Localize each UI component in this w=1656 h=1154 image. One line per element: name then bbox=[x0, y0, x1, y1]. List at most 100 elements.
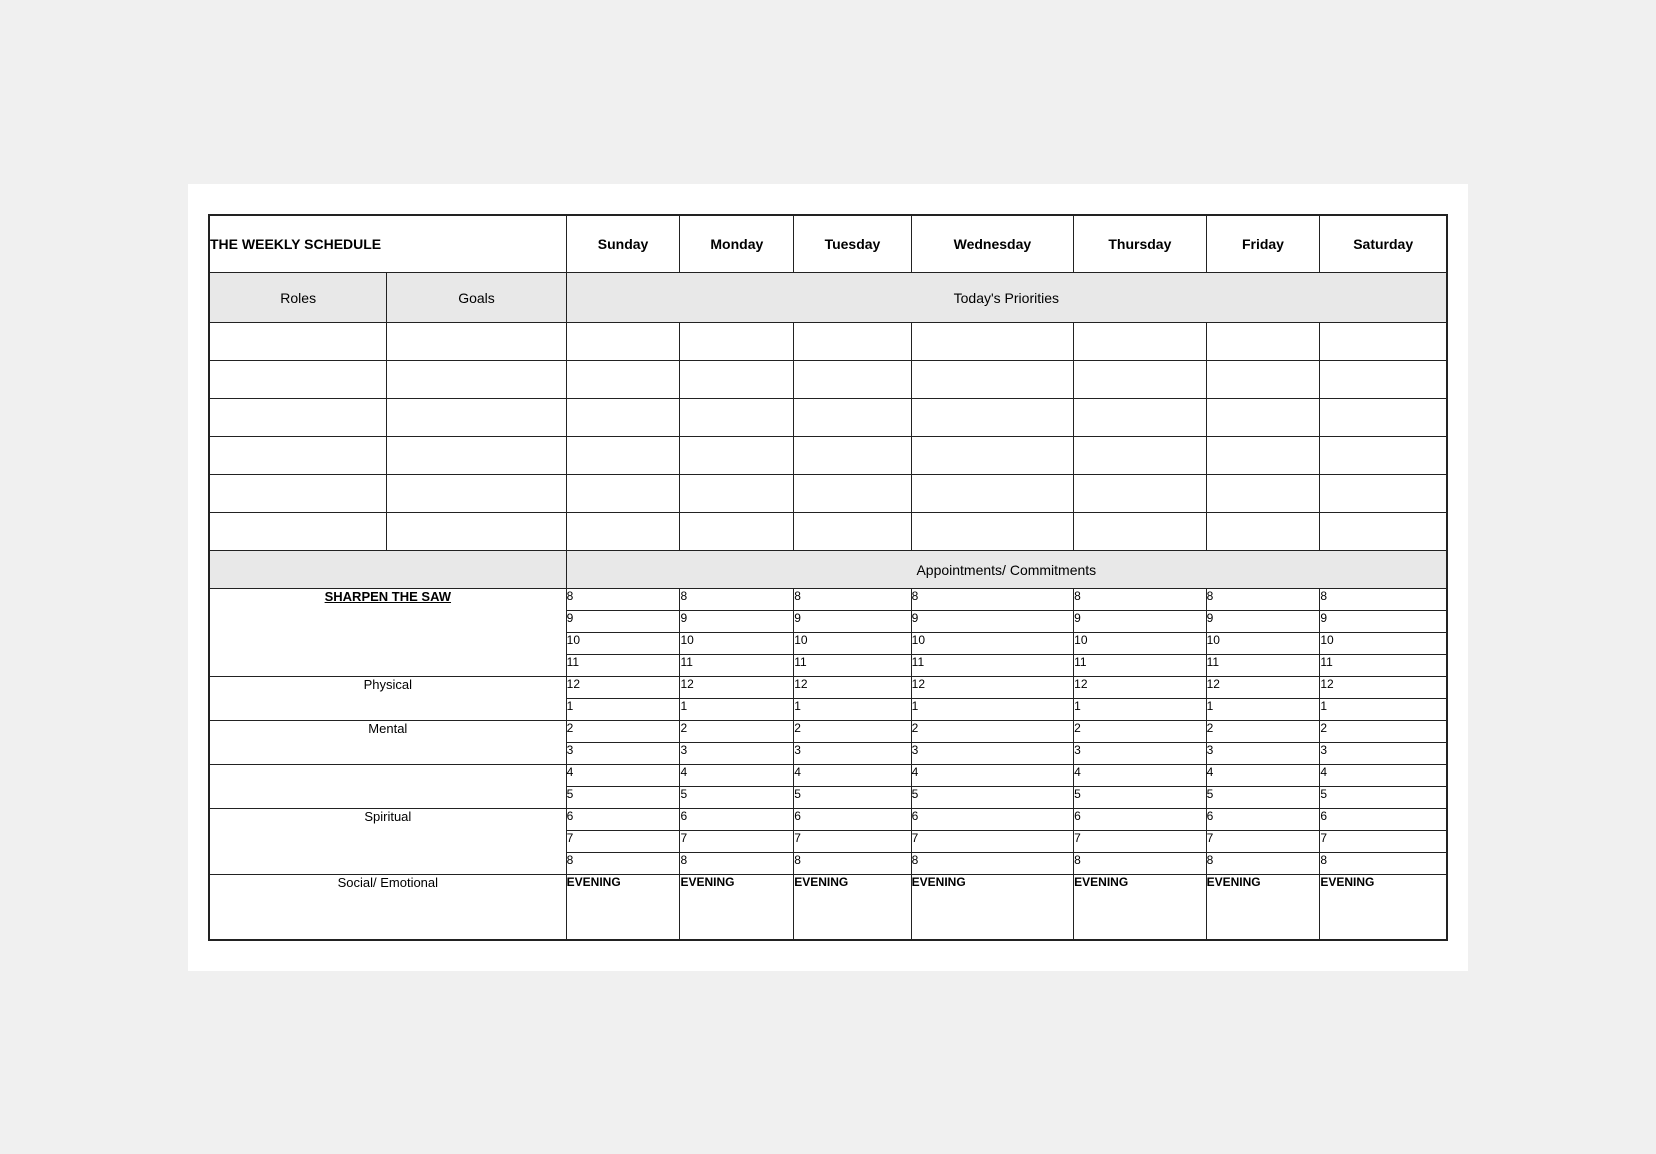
time-cell[interactable]: 10 bbox=[1206, 633, 1320, 655]
day-cell-wed[interactable] bbox=[911, 513, 1073, 551]
time-cell[interactable]: 4 bbox=[1206, 765, 1320, 787]
time-cell[interactable]: 8 bbox=[1320, 853, 1447, 875]
day-cell-sat[interactable] bbox=[1320, 399, 1447, 437]
day-cell-tue[interactable] bbox=[794, 399, 911, 437]
day-cell-thu[interactable] bbox=[1074, 361, 1206, 399]
evening-cell-sat[interactable]: EVENING bbox=[1320, 875, 1447, 940]
time-cell[interactable]: 1 bbox=[566, 699, 680, 721]
time-cell[interactable]: 1 bbox=[1206, 699, 1320, 721]
day-cell-fri[interactable] bbox=[1206, 513, 1320, 551]
time-cell[interactable]: 8 bbox=[911, 853, 1073, 875]
evening-cell-sun[interactable]: EVENING bbox=[566, 875, 680, 940]
time-cell[interactable]: 9 bbox=[1320, 611, 1447, 633]
time-cell[interactable]: 2 bbox=[794, 721, 911, 743]
time-cell[interactable]: 7 bbox=[1320, 831, 1447, 853]
time-cell[interactable]: 5 bbox=[680, 787, 794, 809]
goal-cell[interactable] bbox=[387, 323, 566, 361]
time-cell[interactable]: 5 bbox=[1206, 787, 1320, 809]
evening-cell-wed[interactable]: EVENING bbox=[911, 875, 1073, 940]
time-cell[interactable]: 4 bbox=[566, 765, 680, 787]
day-cell-sat[interactable] bbox=[1320, 513, 1447, 551]
day-cell-wed[interactable] bbox=[911, 361, 1073, 399]
time-cell[interactable]: 11 bbox=[1074, 655, 1206, 677]
time-cell[interactable]: 2 bbox=[911, 721, 1073, 743]
time-cell[interactable]: 9 bbox=[1074, 611, 1206, 633]
goal-cell[interactable] bbox=[387, 399, 566, 437]
day-cell-sun[interactable] bbox=[566, 475, 680, 513]
time-cell[interactable]: 6 bbox=[794, 809, 911, 831]
time-cell[interactable]: 5 bbox=[1320, 787, 1447, 809]
time-cell[interactable]: 8 bbox=[1206, 853, 1320, 875]
time-cell[interactable]: 4 bbox=[1320, 765, 1447, 787]
day-cell-fri[interactable] bbox=[1206, 437, 1320, 475]
time-cell[interactable]: 8 bbox=[680, 853, 794, 875]
time-cell[interactable]: 10 bbox=[680, 633, 794, 655]
time-cell[interactable]: 1 bbox=[680, 699, 794, 721]
time-cell[interactable]: 3 bbox=[911, 743, 1073, 765]
time-cell[interactable]: 12 bbox=[911, 677, 1073, 699]
time-cell[interactable]: 9 bbox=[566, 611, 680, 633]
day-cell-fri[interactable] bbox=[1206, 399, 1320, 437]
time-cell[interactable]: 10 bbox=[794, 633, 911, 655]
day-cell-fri[interactable] bbox=[1206, 323, 1320, 361]
role-cell[interactable] bbox=[209, 513, 387, 551]
day-cell-wed[interactable] bbox=[911, 437, 1073, 475]
time-cell[interactable]: 12 bbox=[1074, 677, 1206, 699]
time-cell[interactable]: 6 bbox=[566, 809, 680, 831]
day-cell-thu[interactable] bbox=[1074, 475, 1206, 513]
day-cell-mon[interactable] bbox=[680, 399, 794, 437]
time-cell[interactable]: 8 bbox=[680, 589, 794, 611]
time-cell[interactable]: 11 bbox=[566, 655, 680, 677]
goal-cell[interactable] bbox=[387, 475, 566, 513]
time-cell[interactable]: 4 bbox=[911, 765, 1073, 787]
day-cell-wed[interactable] bbox=[911, 323, 1073, 361]
time-cell[interactable]: 6 bbox=[680, 809, 794, 831]
time-cell[interactable]: 6 bbox=[1074, 809, 1206, 831]
role-cell[interactable] bbox=[209, 437, 387, 475]
day-cell-mon[interactable] bbox=[680, 513, 794, 551]
day-cell-sun[interactable] bbox=[566, 399, 680, 437]
time-cell[interactable]: 12 bbox=[680, 677, 794, 699]
time-cell[interactable]: 3 bbox=[794, 743, 911, 765]
time-cell[interactable]: 3 bbox=[566, 743, 680, 765]
day-cell-wed[interactable] bbox=[911, 475, 1073, 513]
day-cell-tue[interactable] bbox=[794, 361, 911, 399]
time-cell[interactable]: 11 bbox=[680, 655, 794, 677]
time-cell[interactable]: 10 bbox=[1074, 633, 1206, 655]
time-cell[interactable]: 8 bbox=[911, 589, 1073, 611]
time-cell[interactable]: 8 bbox=[794, 853, 911, 875]
time-cell[interactable]: 8 bbox=[1074, 853, 1206, 875]
role-cell[interactable] bbox=[209, 399, 387, 437]
evening-cell-mon[interactable]: EVENING bbox=[680, 875, 794, 940]
time-cell[interactable]: 3 bbox=[680, 743, 794, 765]
time-cell[interactable]: 3 bbox=[1320, 743, 1447, 765]
time-cell[interactable]: 6 bbox=[1206, 809, 1320, 831]
time-cell[interactable]: 10 bbox=[1320, 633, 1447, 655]
day-cell-mon[interactable] bbox=[680, 475, 794, 513]
evening-cell-fri[interactable]: EVENING bbox=[1206, 875, 1320, 940]
day-cell-sat[interactable] bbox=[1320, 323, 1447, 361]
time-cell[interactable]: 8 bbox=[1206, 589, 1320, 611]
time-cell[interactable]: 7 bbox=[1074, 831, 1206, 853]
day-cell-tue[interactable] bbox=[794, 323, 911, 361]
time-cell[interactable]: 8 bbox=[566, 589, 680, 611]
time-cell[interactable]: 12 bbox=[1320, 677, 1447, 699]
time-cell[interactable]: 8 bbox=[794, 589, 911, 611]
time-cell[interactable]: 9 bbox=[794, 611, 911, 633]
day-cell-sun[interactable] bbox=[566, 323, 680, 361]
time-cell[interactable]: 2 bbox=[1320, 721, 1447, 743]
time-cell[interactable]: 9 bbox=[680, 611, 794, 633]
day-cell-tue[interactable] bbox=[794, 475, 911, 513]
day-cell-mon[interactable] bbox=[680, 323, 794, 361]
day-cell-thu[interactable] bbox=[1074, 437, 1206, 475]
time-cell[interactable]: 1 bbox=[1074, 699, 1206, 721]
time-cell[interactable]: 11 bbox=[1320, 655, 1447, 677]
day-cell-sun[interactable] bbox=[566, 513, 680, 551]
time-cell[interactable]: 4 bbox=[794, 765, 911, 787]
role-cell[interactable] bbox=[209, 475, 387, 513]
day-cell-sat[interactable] bbox=[1320, 437, 1447, 475]
goal-cell[interactable] bbox=[387, 437, 566, 475]
evening-cell-tue[interactable]: EVENING bbox=[794, 875, 911, 940]
time-cell[interactable]: 4 bbox=[1074, 765, 1206, 787]
time-cell[interactable]: 4 bbox=[680, 765, 794, 787]
